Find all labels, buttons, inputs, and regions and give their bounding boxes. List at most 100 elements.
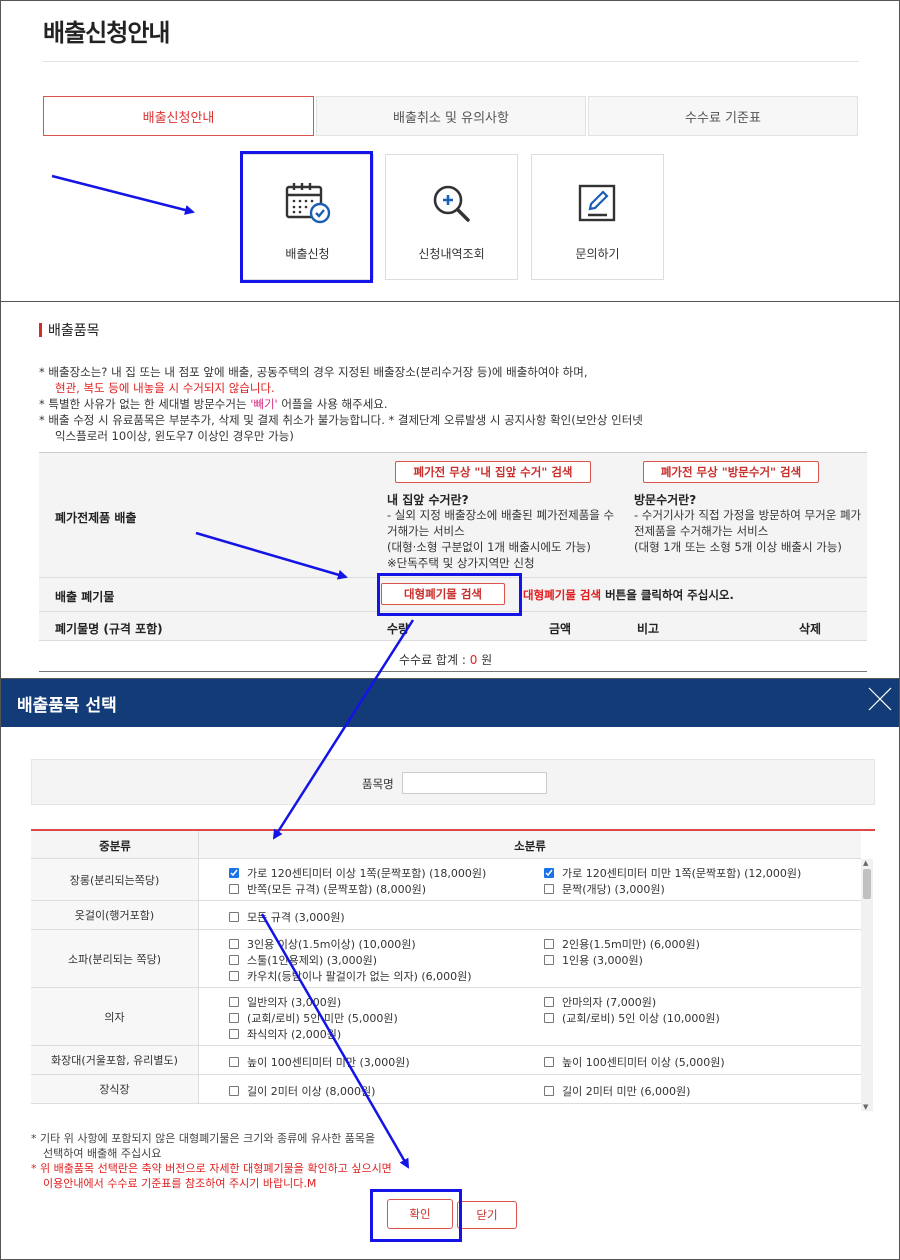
visit-pickup-desc-1: - 수거기사가 직접 가정을 방문하여 무거운 폐가전제품을 수거해가는 서비스 (634, 508, 862, 538)
col-quantity: 수량 (387, 622, 410, 636)
contact-card[interactable]: 문의하기 (531, 154, 664, 280)
visit-pickup-search-button[interactable]: 폐가전 무상 "방문수거" 검색 (643, 461, 819, 483)
option-item[interactable]: 높이 100센티미터 이상 (5,000원) (544, 1054, 725, 1070)
scroll-thumb[interactable] (863, 869, 871, 899)
option-item[interactable]: 일반의자 (3,000원) (229, 994, 341, 1010)
option-label: 길이 2미터 이상 (8,000원) (247, 1085, 376, 1098)
notice-line-2: * 특별한 사유가 없는 한 세대별 방문수거는 '빼기' 어플을 사용 해주세… (39, 396, 879, 412)
category-label: 의자 (31, 988, 199, 1045)
highlight-box-search (377, 573, 522, 616)
edit-pencil-icon (573, 179, 623, 229)
tab-discharge-guide[interactable]: 배출신청안내 (43, 96, 314, 136)
checkbox[interactable] (229, 997, 239, 1007)
close-icon[interactable] (865, 684, 895, 714)
option-label: 모든 규격 (3,000원) (247, 911, 345, 924)
checkbox[interactable] (544, 1057, 554, 1067)
service-guide-panel: 배출신청안내 배출신청안내 배출취소 및 유의사항 수수료 기준표 배출신청 신… (0, 0, 900, 302)
checkbox[interactable] (229, 1057, 239, 1067)
waste-hint-text: 버튼을 클릭하여 주십시오. (605, 588, 734, 602)
checkbox[interactable] (229, 1029, 239, 1039)
home-pickup-search-button[interactable]: 폐가전 무상 "내 집앞 수거" 검색 (395, 461, 591, 483)
grid-scrollbar[interactable]: ▲ ▼ (861, 859, 873, 1111)
item-name-input[interactable] (402, 772, 547, 794)
option-label: 가로 120센티미터 미만 1쪽(문짝포함) (12,000원) (562, 867, 802, 880)
inquiry-history-card[interactable]: 신청내역조회 (385, 154, 518, 280)
option-item[interactable]: 길이 2미터 이상 (8,000원) (229, 1083, 375, 1099)
page-title: 배출신청안내 (43, 19, 170, 47)
notice-line-1: * 배출장소는? 내 집 또는 내 점포 앞에 배출, 공동주택의 경우 지정된… (39, 365, 588, 379)
option-item[interactable]: 모든 규격 (3,000원) (229, 909, 345, 925)
checkbox[interactable] (229, 971, 239, 981)
option-item[interactable]: 안마의자 (7,000원) (544, 994, 656, 1010)
option-label: (교회/로비) 5인 이상 (10,000원) (562, 1012, 720, 1025)
col-note: 비고 (637, 622, 660, 636)
checkbox[interactable] (544, 939, 554, 949)
option-item[interactable]: (교회/로비) 5인 이상 (10,000원) (544, 1010, 720, 1026)
option-item[interactable]: 반쪽(모든 규격) (문짝포함) (8,000원) (229, 881, 426, 897)
option-label: 길이 2미터 미만 (6,000원) (562, 1085, 691, 1098)
scroll-down-icon[interactable]: ▼ (863, 1103, 868, 1111)
checkbox[interactable] (544, 955, 554, 965)
appliance-row: 폐가전제품 배출 폐가전 무상 "내 집앞 수거" 검색 내 집앞 수거란? -… (39, 452, 867, 577)
notice-line-2-post: 어플을 사용 해주세요. (281, 397, 388, 411)
col-sub-category: 소분류 (514, 839, 546, 853)
checkbox-checked[interactable] (229, 868, 239, 878)
grid-row-vanity: 화장대(거울포함, 유리별도) 높이 100센티미터 미만 (3,000원) 높… (31, 1046, 861, 1075)
grid-row-wardrobe: 장롱(분리되는쪽당) 가로 120센티미터 이상 1쪽(문짝포함) (18,00… (31, 859, 861, 901)
checkbox[interactable] (229, 884, 239, 894)
visit-pickup-title: 방문수거란? (634, 493, 697, 507)
category-label: 장롱(분리되는쪽당) (31, 859, 199, 900)
section-heading: 배출품목 (39, 320, 100, 340)
modal-note-1b: 선택하여 배출해 주십시요 (43, 1147, 162, 1160)
option-item[interactable]: 길이 2미터 미만 (6,000원) (544, 1083, 690, 1099)
checkbox[interactable] (544, 1086, 554, 1096)
fee-total-label: 수수료 합계 : (399, 653, 466, 667)
close-button[interactable]: 닫기 (457, 1201, 517, 1229)
option-item[interactable]: 가로 120센티미터 이상 1쪽(문짝포함) (18,000원) (229, 865, 486, 881)
option-label: 반쪽(모든 규격) (문짝포함) (8,000원) (247, 883, 427, 896)
checkbox[interactable] (229, 955, 239, 965)
appliance-label: 폐가전제품 배출 (55, 511, 137, 525)
option-label: 안마의자 (7,000원) (562, 996, 657, 1009)
magnifier-plus-icon (427, 179, 477, 229)
category-label: 소파(분리되는 쪽당) (31, 930, 199, 987)
notice-line-3-cont: 익스플로러 10이상, 윈도우7 이상인 경우만 가능) (55, 429, 294, 443)
visit-pickup-desc-2: (대형 1개 또는 소형 5개 이상 배출시 가능) (634, 540, 842, 554)
tab-fee-table[interactable]: 수수료 기준표 (588, 96, 858, 136)
checkbox-checked[interactable] (544, 868, 554, 878)
category-label: 장식장 (31, 1075, 199, 1103)
checkbox[interactable] (544, 997, 554, 1007)
checkbox[interactable] (229, 1086, 239, 1096)
option-label: (교회/로비) 5인 미만 (5,000원) (247, 1012, 398, 1025)
tab-cancel-notes[interactable]: 배출취소 및 유의사항 (316, 96, 586, 136)
option-item[interactable]: 카우치(등받이나 팔걸이가 없는 의자) (6,000원) (229, 968, 472, 984)
option-item[interactable]: 2인용(1.5m미만) (6,000원) (544, 936, 700, 952)
col-main-category: 중분류 (99, 839, 131, 853)
scroll-up-icon[interactable]: ▲ (863, 859, 868, 867)
option-label: 스툴(1인용제외) (3,000원) (247, 954, 377, 967)
option-label: 일반의자 (3,000원) (247, 996, 342, 1009)
option-item[interactable]: 3인용 이상(1.5m이상) (10,000원) (229, 936, 416, 952)
checkbox[interactable] (229, 939, 239, 949)
checkbox[interactable] (229, 1013, 239, 1023)
highlight-box-apply (240, 151, 373, 283)
option-item[interactable]: (교회/로비) 5인 미만 (5,000원) (229, 1010, 398, 1026)
option-item[interactable]: 스툴(1인용제외) (3,000원) (229, 952, 377, 968)
col-delete: 삭제 (799, 622, 822, 636)
col-item-name: 폐기물명 (규격 포함) (55, 622, 163, 636)
option-item[interactable]: 높이 100센티미터 미만 (3,000원) (229, 1054, 410, 1070)
checkbox[interactable] (544, 884, 554, 894)
option-item[interactable]: 가로 120센티미터 미만 1쪽(문짝포함) (12,000원) (544, 865, 801, 881)
option-item[interactable]: 좌식의자 (2,000원) (229, 1026, 341, 1042)
home-pickup-desc-2: (대형·소형 구분없이 1개 배출시에도 가능) (387, 540, 591, 554)
checkbox[interactable] (229, 912, 239, 922)
checkbox[interactable] (544, 1013, 554, 1023)
waste-hint-red: 대형폐기물 검색 (523, 588, 602, 602)
option-label: 좌식의자 (2,000원) (247, 1028, 342, 1041)
option-label: 문짝(개당) (3,000원) (562, 883, 665, 896)
option-item[interactable]: 문짝(개당) (3,000원) (544, 881, 665, 897)
option-item[interactable]: 1인용 (3,000원) (544, 952, 643, 968)
highlight-box-confirm (370, 1189, 462, 1242)
search-area: 품목명 (31, 759, 875, 805)
item-select-modal: 배출품목 선택 품목명 중분류 소분류 장롱(분리되는쪽당) 가로 120센티미… (0, 678, 900, 1260)
